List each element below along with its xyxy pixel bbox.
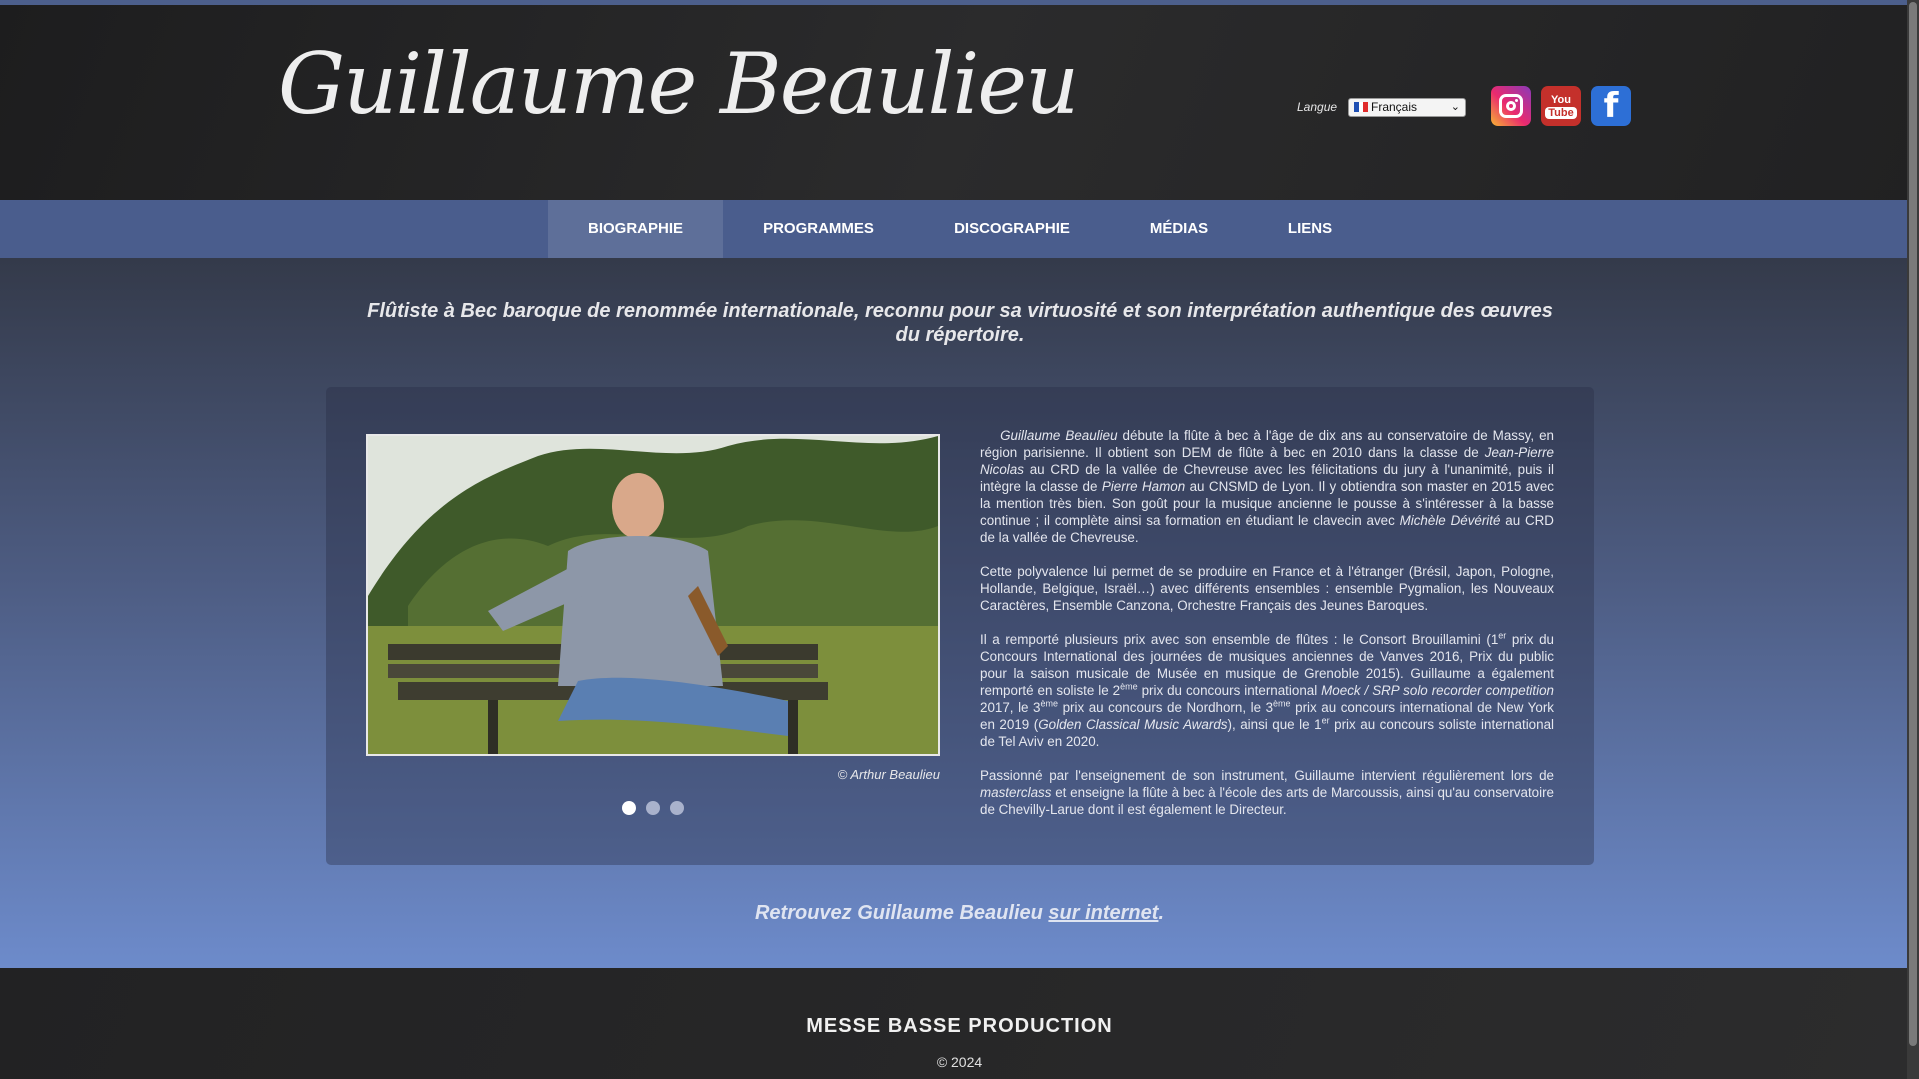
scrollbar-thumb[interactable] [1909, 2, 1917, 1046]
bio-paragraph-4: Passionné par l'enseignement de son inst… [980, 768, 1554, 817]
footer-title: MESSE BASSE PRODUCTION [806, 1015, 1113, 1037]
find-online-link[interactable]: sur internet [1048, 902, 1158, 924]
slide-dot-3[interactable] [670, 801, 684, 815]
youtube-icon: Tube [1545, 106, 1577, 119]
facebook-icon: f [1603, 86, 1619, 126]
youtube-icon-top: You [1551, 93, 1571, 106]
nav-item-programmes[interactable]: PROGRAMMES [723, 200, 914, 258]
site-header: Guillaume Beaulieu Langue Français ⌄ You… [0, 5, 1919, 200]
biography-photo[interactable] [366, 434, 940, 756]
find-online-line: Retrouvez Guillaume Beaulieu sur interne… [754, 902, 1164, 924]
biography-text: Guillaume Beaulieu débute la flûte à bec… [980, 427, 1554, 835]
site-footer: MESSE BASSE PRODUCTION © 2024 [0, 968, 1919, 1079]
facebook-link[interactable]: f [1591, 86, 1631, 126]
instagram-link[interactable] [1491, 86, 1531, 126]
bio-paragraph-1: Guillaume Beaulieu débute la flûte à bec… [980, 428, 1554, 545]
nav-item-medias[interactable]: MÉDIAS [1110, 200, 1248, 258]
bio-paragraph-3: Il a remporté plusieurs prix avec son en… [980, 630, 1555, 749]
photo-illustration [368, 436, 938, 754]
footer-copyright: © 2024 [936, 1054, 983, 1070]
youtube-link[interactable]: You Tube [1541, 86, 1581, 126]
nav-item-biographie[interactable]: BIOGRAPHIE [548, 200, 723, 258]
page-scrollbar[interactable] [1907, 0, 1919, 1079]
instagram-icon [1499, 94, 1523, 118]
photo-caption: © Arthur Beaulieu [837, 767, 940, 782]
nav-item-discographie[interactable]: DISCOGRAPHIE [914, 200, 1110, 258]
language-selected-value: Français [1371, 100, 1418, 114]
language-label: Langue [1297, 100, 1338, 114]
nav-item-liens[interactable]: LIENS [1248, 200, 1372, 258]
site-title[interactable]: Guillaume Beaulieu [278, 35, 1079, 133]
main-navigation: BIOGRAPHIE PROGRAMMES DISCOGRAPHIE MÉDIA… [0, 200, 1919, 258]
french-flag-icon [1354, 100, 1368, 112]
slide-dot-1[interactable] [622, 801, 636, 815]
language-select[interactable]: Français ⌄ [1348, 98, 1466, 117]
tagline: Flûtiste à Bec baroque de renommée inter… [367, 300, 1553, 346]
main-content: Flûtiste à Bec baroque de renommée inter… [0, 258, 1919, 968]
bio-paragraph-2: Cette polyvalence lui permet de se produ… [980, 564, 1554, 613]
biography-panel: © Arthur Beaulieu Guillaume Beaulieu déb… [326, 387, 1594, 865]
slide-dot-2[interactable] [646, 801, 660, 815]
chevron-down-icon: ⌄ [1450, 101, 1460, 113]
